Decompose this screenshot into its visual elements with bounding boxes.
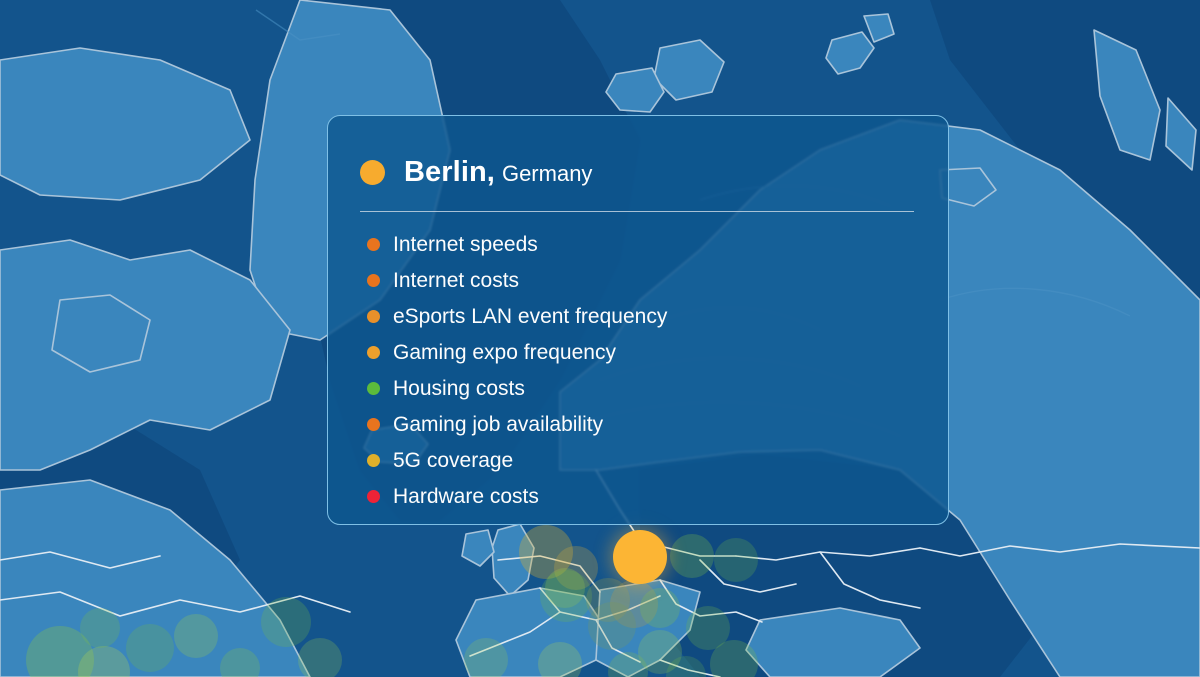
city-marker-blob[interactable]	[174, 614, 218, 658]
metric-status-dot-icon	[367, 417, 380, 431]
panel-title-city: Berlin,	[404, 155, 495, 188]
metric-status-dot-icon	[367, 345, 380, 359]
city-marker-blob[interactable]	[670, 534, 714, 578]
panel-title-row: Berlin, Germany	[360, 150, 914, 194]
metric-label: Hardware costs	[393, 484, 539, 508]
city-marker-blob[interactable]	[126, 624, 174, 672]
metric-label: Gaming job availability	[393, 412, 604, 436]
city-marker-blob[interactable]	[714, 538, 758, 582]
metric-label: Internet costs	[393, 268, 520, 292]
metric-list: Internet speeds Internet costs eSports LAN…	[360, 212, 914, 514]
metric-item: eSports LAN event frequency	[367, 298, 914, 334]
metric-item: Internet speeds	[367, 226, 914, 262]
city-marker-blob[interactable]	[540, 570, 592, 622]
city-info-panel: Berlin, Germany Internet speeds Internet c…	[327, 115, 949, 525]
city-marker-blob[interactable]	[640, 588, 680, 628]
metric-status-dot-icon	[367, 489, 380, 503]
city-marker-blob[interactable]	[80, 608, 120, 648]
city-marker-blob[interactable]	[261, 597, 311, 647]
map-screen: Berlin, Germany Internet speeds Internet c…	[0, 0, 1200, 677]
metric-label: 5G coverage	[393, 448, 514, 472]
panel-title-country: Germany	[501, 160, 593, 186]
city-marker-dot-icon	[360, 159, 385, 185]
metric-label: Housing costs	[393, 376, 525, 400]
berlin-city-marker[interactable]	[613, 530, 667, 584]
metric-status-dot-icon	[367, 453, 380, 467]
panel-title: Berlin, Germany	[404, 155, 593, 188]
panel-divider	[360, 211, 914, 212]
metric-label: eSports LAN event frequency	[393, 304, 668, 328]
metric-status-dot-icon	[367, 309, 380, 323]
metric-label: Internet speeds	[393, 232, 538, 256]
metric-status-dot-icon	[367, 237, 380, 251]
metric-label: Gaming expo frequency	[393, 340, 616, 364]
city-marker-blob[interactable]	[588, 602, 636, 650]
metric-item: Hardware costs	[367, 478, 914, 514]
metric-item: Internet costs	[367, 262, 914, 298]
metric-item: Housing costs	[367, 370, 914, 406]
metric-status-dot-icon	[367, 273, 380, 287]
metric-item: 5G coverage	[367, 442, 914, 478]
metric-item: Gaming expo frequency	[367, 334, 914, 370]
metric-item: Gaming job availability	[367, 406, 914, 442]
metric-status-dot-icon	[367, 381, 380, 395]
